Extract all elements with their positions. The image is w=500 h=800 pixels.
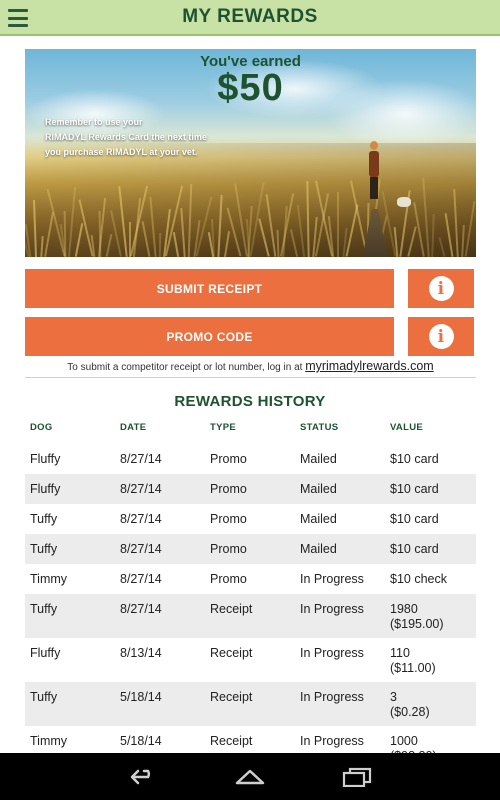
cell-dog: Timmy: [30, 734, 68, 748]
cell-status: In Progress: [300, 572, 364, 586]
cell-dog: Tuffy: [30, 602, 58, 616]
cell-dog: Fluffy: [30, 452, 61, 466]
cell-dog: Tuffy: [30, 512, 58, 526]
cell-dog: Tuffy: [30, 690, 58, 704]
info-icon: i: [428, 276, 454, 301]
earned-amount: $50: [217, 67, 284, 109]
rewards-site-link[interactable]: myrimadylrewards.com: [305, 359, 434, 373]
cell-date: 5/18/14: [120, 734, 162, 748]
cell-type: Receipt: [210, 646, 253, 660]
cell-status: Mailed: [300, 482, 337, 496]
table-row: Fluffy 8/27/14 Promo Mailed $10 card: [25, 474, 476, 504]
promo-code-info-button[interactable]: i: [408, 317, 474, 356]
back-icon[interactable]: [128, 767, 158, 792]
cell-type: Promo: [210, 452, 247, 466]
rewards-history-title: REWARDS HISTORY: [174, 393, 326, 410]
cell-value: $10 check: [390, 572, 447, 586]
cell-type: Receipt: [210, 734, 253, 748]
cell-status: Mailed: [300, 512, 337, 526]
column-header-status: STATUS: [300, 422, 339, 433]
info-icon: i: [428, 324, 454, 349]
cell-date: 8/13/14: [120, 646, 162, 660]
cell-value: $10 card: [390, 542, 439, 556]
cell-value: 1980 ($195.00): [390, 602, 444, 631]
column-header-dog: DOG: [30, 422, 53, 433]
cell-type: Promo: [210, 542, 247, 556]
table-row: Fluffy 8/13/14 Receipt In Progress 110 ($11.0…: [25, 638, 476, 682]
home-icon[interactable]: [233, 767, 267, 792]
cell-status: Mailed: [300, 542, 337, 556]
rewards-banner: You've earned $50 Remember to use your R…: [25, 49, 476, 257]
cell-date: 8/27/14: [120, 542, 162, 556]
cell-date: 8/27/14: [120, 482, 162, 496]
promo-code-button[interactable]: PROMO CODE: [25, 317, 394, 356]
table-row: Tuffy 8/27/14 Promo Mailed $10 card: [25, 504, 476, 534]
dog-figure: [397, 197, 411, 207]
table-row: Tuffy 8/27/14 Promo Mailed $10 card: [25, 534, 476, 564]
column-header-value: VALUE: [390, 422, 423, 433]
divider: [25, 377, 476, 378]
table-row: Tuffy 8/27/14 Receipt In Progress 1980 ($195.…: [25, 594, 476, 638]
hiker-figure: [367, 141, 381, 211]
cell-type: Promo: [210, 512, 247, 526]
cell-type: Promo: [210, 482, 247, 496]
cell-type: Receipt: [210, 690, 253, 704]
competitor-receipt-note: To submit a competitor receipt or lot nu…: [67, 359, 434, 373]
cell-date: 8/27/14: [120, 512, 162, 526]
column-header-date: DATE: [120, 422, 147, 433]
cell-value: $10 card: [390, 512, 439, 526]
table-header: DOG DATE TYPE STATUS VALUE: [25, 420, 476, 438]
cell-status: In Progress: [300, 646, 364, 660]
table-row: Timmy 8/27/14 Promo In Progress $10 check: [25, 564, 476, 594]
cell-status: In Progress: [300, 690, 364, 704]
cell-value: 3 ($0.28): [390, 690, 430, 719]
column-header-type: TYPE: [210, 422, 237, 433]
cell-date: 8/27/14: [120, 452, 162, 466]
reminder-text: Remember to use your RIMADYL Rewards Car…: [45, 117, 207, 157]
cell-dog: Fluffy: [30, 646, 61, 660]
cell-status: In Progress: [300, 734, 364, 748]
hamburger-menu-icon[interactable]: [8, 9, 28, 27]
system-nav-bar: [0, 753, 500, 800]
cell-dog: Timmy: [30, 572, 68, 586]
page-title: MY REWARDS: [182, 6, 318, 27]
cell-type: Promo: [210, 572, 247, 586]
app-bar: MY REWARDS: [0, 0, 500, 36]
cell-status: Mailed: [300, 452, 337, 466]
cell-dog: Fluffy: [30, 482, 61, 496]
cell-status: In Progress: [300, 602, 364, 616]
cell-dog: Tuffy: [30, 542, 58, 556]
table-row: Tuffy 5/18/14 Receipt In Progress 3 ($0.28): [25, 682, 476, 726]
recent-apps-icon[interactable]: [341, 767, 373, 792]
cell-value: $10 card: [390, 482, 439, 496]
submit-receipt-button[interactable]: SUBMIT RECEIPT: [25, 269, 394, 308]
cell-date: 8/27/14: [120, 572, 162, 586]
cell-type: Receipt: [210, 602, 253, 616]
cell-value: $10 card: [390, 452, 439, 466]
table-row: Fluffy 8/27/14 Promo Mailed $10 card: [25, 444, 476, 474]
cell-date: 8/27/14: [120, 602, 162, 616]
rewards-history-table: Fluffy 8/27/14 Promo Mailed $10 card Fluffy 8/…: [25, 444, 476, 770]
submit-receipt-info-button[interactable]: i: [408, 269, 474, 308]
cell-value: 110 ($11.00): [390, 646, 436, 675]
cell-date: 5/18/14: [120, 690, 162, 704]
